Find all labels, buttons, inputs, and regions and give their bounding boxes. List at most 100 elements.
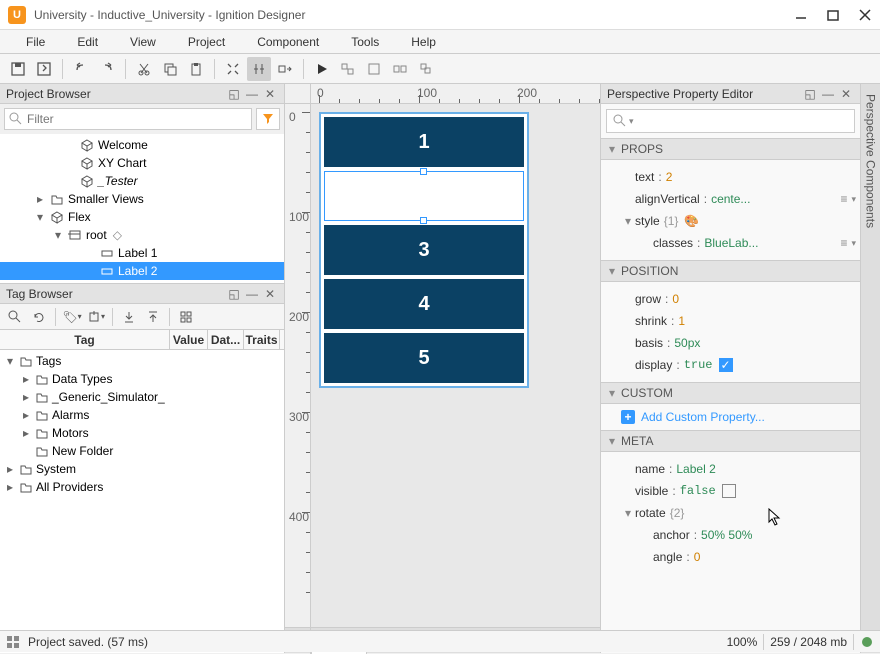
tag-node[interactable]: ▸_Generic_Simulator_ (0, 388, 284, 406)
prop-display[interactable]: display:true✓ (621, 354, 856, 376)
undo-icon[interactable] (69, 57, 93, 81)
minimize-button[interactable] (794, 8, 808, 22)
prop-grow[interactable]: grow:0 (621, 288, 856, 310)
prop-angle[interactable]: angle:0 (621, 546, 856, 568)
panel-minimize-icon[interactable]: — (244, 286, 260, 302)
save-all-icon[interactable] (32, 57, 56, 81)
menu-tools[interactable]: Tools (335, 31, 395, 53)
tag-node[interactable]: ▸System (0, 460, 284, 478)
prop-rotate[interactable]: ▾rotate{2} (621, 502, 856, 524)
tag-node[interactable]: ▸Alarms (0, 406, 284, 424)
column-header[interactable]: Traits (244, 330, 280, 349)
flex-label-2[interactable] (324, 171, 524, 221)
tree-node[interactable]: Label 2 (0, 262, 284, 280)
redo-icon[interactable] (95, 57, 119, 81)
tree-node[interactable]: Label 1 (0, 244, 284, 262)
prop-text[interactable]: text:2 (621, 166, 856, 188)
tag-node[interactable]: New Folder (0, 442, 284, 460)
panel-minimize-icon[interactable]: — (244, 86, 260, 102)
project-browser-filter[interactable] (4, 108, 252, 130)
flex-label-4[interactable]: 4 (324, 279, 524, 329)
project-tree[interactable]: WelcomeXY Chart_Tester▸Smaller Views▾Fle… (0, 134, 284, 283)
section-meta[interactable]: ▾META (601, 430, 860, 452)
paint-icon[interactable]: 🎨 (684, 214, 699, 228)
panel-restore-icon[interactable]: ◱ (226, 86, 242, 102)
prop-classes[interactable]: classes:BlueLab...≡▾ (621, 232, 856, 254)
column-header[interactable]: Value (170, 330, 208, 349)
zoom-level[interactable]: 100% (727, 635, 758, 649)
flex-label-3[interactable]: 3 (324, 225, 524, 275)
prop-anchor[interactable]: anchor:50% 50% (621, 524, 856, 546)
connection-icon[interactable] (860, 635, 874, 649)
tree-node[interactable]: XY Chart (0, 154, 284, 172)
tag-export-icon[interactable] (142, 307, 164, 327)
save-icon[interactable] (6, 57, 30, 81)
tool-3-icon[interactable] (273, 57, 297, 81)
checkbox-icon[interactable]: ✓ (719, 358, 733, 372)
menu-edit[interactable]: Edit (61, 31, 114, 53)
tree-node[interactable]: ▾Flex (0, 208, 284, 226)
menu-component[interactable]: Component (241, 31, 335, 53)
prop-alignVertical[interactable]: alignVertical:cente...≡▾ (621, 188, 856, 210)
tree-node[interactable]: ▸Smaller Views (0, 190, 284, 208)
menu-icon[interactable]: ≡ (840, 236, 847, 250)
panel-restore-icon[interactable]: ◱ (802, 86, 818, 102)
canvas-area[interactable]: 0100200 0100200300400 1345 Flex ✕ (285, 84, 600, 653)
chevron-down-icon[interactable]: ▾ (851, 194, 856, 205)
cut-icon[interactable] (132, 57, 156, 81)
refresh-icon[interactable] (28, 307, 50, 327)
tag-import-icon[interactable] (118, 307, 140, 327)
panel-restore-icon[interactable]: ◱ (226, 286, 242, 302)
tree-node[interactable]: Welcome (0, 136, 284, 154)
column-header[interactable]: Tag (0, 330, 170, 349)
maximize-button[interactable] (826, 8, 840, 22)
tag-tree[interactable]: ▾Tags▸Data Types▸_Generic_Simulator_▸Ala… (0, 350, 284, 653)
menu-view[interactable]: View (114, 31, 172, 53)
menu-icon[interactable]: ≡ (840, 192, 847, 206)
tag-node[interactable]: ▸All Providers (0, 478, 284, 496)
tool-1-icon[interactable] (221, 57, 245, 81)
copy-icon[interactable] (158, 57, 182, 81)
tag-new-icon[interactable]: ▾ (85, 307, 107, 327)
play-icon[interactable] (310, 57, 334, 81)
paste-icon[interactable] (184, 57, 208, 81)
flex-root-container[interactable]: 1345 (319, 112, 529, 388)
tree-node[interactable]: _Tester (0, 172, 284, 190)
column-header[interactable]: Dat... (208, 330, 244, 349)
chevron-down-icon[interactable]: ▾ (851, 238, 856, 249)
tag-add-icon[interactable]: 🏷▾ (61, 307, 83, 327)
menu-project[interactable]: Project (172, 31, 241, 53)
filter-options-icon[interactable] (256, 108, 280, 130)
prop-visible[interactable]: visible:false (621, 480, 856, 502)
close-button[interactable] (858, 8, 872, 22)
section-position[interactable]: ▾POSITION (601, 260, 860, 282)
tool-2-icon[interactable] (247, 57, 271, 81)
tag-grid-icon[interactable] (175, 307, 197, 327)
prop-basis[interactable]: basis:50px (621, 332, 856, 354)
tag-node[interactable]: ▸Data Types (0, 370, 284, 388)
property-search[interactable]: ▾ (606, 109, 855, 133)
panel-close-icon[interactable]: ✕ (838, 86, 854, 102)
search-icon[interactable] (4, 307, 26, 327)
menu-file[interactable]: File (10, 31, 61, 53)
prop-style[interactable]: ▾style{1}🎨 (621, 210, 856, 232)
align-2-icon[interactable] (362, 57, 386, 81)
section-custom[interactable]: ▾CUSTOM (601, 382, 860, 404)
tag-node[interactable]: ▾Tags (0, 352, 284, 370)
tree-node[interactable]: ▾root◇ (0, 226, 284, 244)
add-custom-property[interactable]: +Add Custom Property... (601, 404, 860, 430)
panel-close-icon[interactable]: ✕ (262, 86, 278, 102)
panel-minimize-icon[interactable]: — (820, 86, 836, 102)
tag-node[interactable]: ▸Motors (0, 424, 284, 442)
flex-label-1[interactable]: 1 (324, 117, 524, 167)
prop-shrink[interactable]: shrink:1 (621, 310, 856, 332)
panel-close-icon[interactable]: ✕ (262, 286, 278, 302)
align-4-icon[interactable] (414, 57, 438, 81)
checkbox-icon[interactable] (722, 484, 736, 498)
side-dock[interactable]: Perspective Components (860, 84, 880, 653)
menu-help[interactable]: Help (395, 31, 452, 53)
section-props[interactable]: ▾PROPS (601, 138, 860, 160)
align-3-icon[interactable] (388, 57, 412, 81)
align-1-icon[interactable] (336, 57, 360, 81)
prop-name[interactable]: name:Label 2 (621, 458, 856, 480)
